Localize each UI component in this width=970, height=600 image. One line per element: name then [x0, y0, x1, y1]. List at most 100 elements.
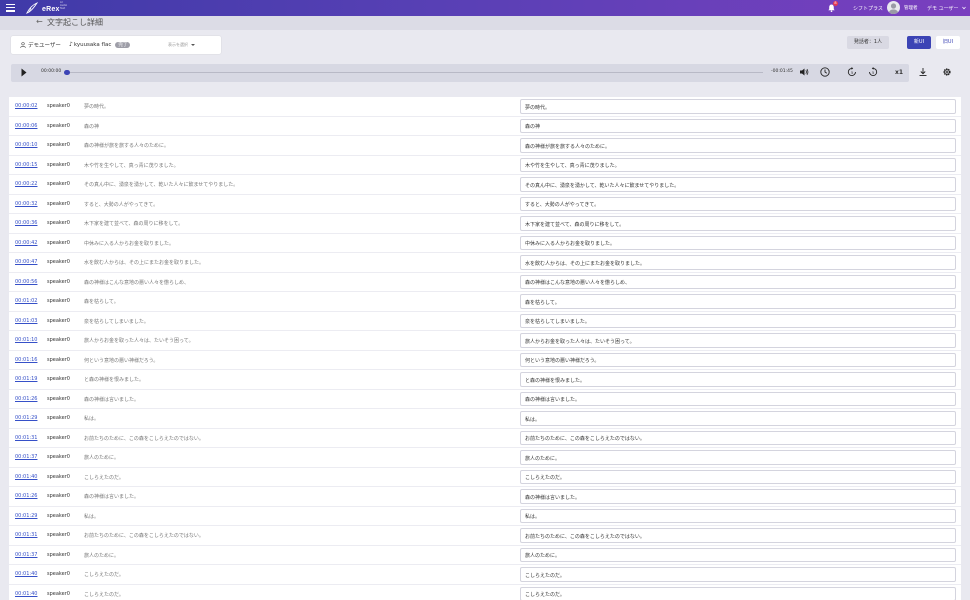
- edited-text-field[interactable]: お前たちのために、この森をこしらえたのではない。: [520, 430, 956, 445]
- table-row: 00:01:31 speaker0 お前たちのために、この森をこしらえたのではない。…: [9, 429, 961, 448]
- playback-speed[interactable]: x1: [895, 69, 903, 76]
- edited-text-field[interactable]: 木下家を建て並べて、森の周りに移をして。: [520, 216, 956, 231]
- table-row: 00:00:56 speaker0 森の神様はこんな意地の悪い人々を懲らしめ、 森の神…: [9, 273, 961, 292]
- rewind-5s-icon[interactable]: 5: [847, 67, 857, 77]
- avatar[interactable]: [887, 1, 900, 14]
- seek-track[interactable]: [66, 71, 763, 73]
- display-select[interactable]: 表示を選択: [168, 42, 195, 48]
- timestamp-link[interactable]: 00:00:47: [15, 259, 37, 265]
- timestamp-link[interactable]: 00:00:22: [15, 181, 37, 187]
- timestamp-link[interactable]: 00:00:56: [15, 279, 37, 285]
- back-arrow-icon[interactable]: ←: [36, 18, 43, 26]
- timestamp-link[interactable]: 00:00:06: [15, 123, 37, 129]
- timestamp-link[interactable]: 00:01:02: [15, 298, 37, 304]
- edited-text-field[interactable]: こしらえたのだ。: [520, 586, 956, 600]
- timestamp-link[interactable]: 00:00:02: [15, 103, 37, 109]
- edited-text-field[interactable]: その真ん中に、湧泉を湧かして、乾いた人々に飲ませてやりました。: [520, 177, 956, 192]
- old-ui-button[interactable]: 旧UI: [936, 36, 960, 49]
- new-ui-button[interactable]: 新UI: [907, 36, 931, 49]
- page-title: 文字起こし詳細: [47, 18, 103, 27]
- timestamp-link[interactable]: 00:01:16: [15, 357, 37, 363]
- timestamp-link[interactable]: 00:01:40: [15, 474, 37, 480]
- timestamp-link[interactable]: 00:00:15: [15, 162, 37, 168]
- timestamp-link[interactable]: 00:01:29: [15, 415, 37, 421]
- timestamp-link[interactable]: 00:01:10: [15, 337, 37, 343]
- speaker-label: speaker0: [47, 259, 70, 265]
- edited-text-field[interactable]: 私は。: [520, 411, 956, 426]
- original-text: 何という意地の悪い神様だろう。: [84, 357, 159, 364]
- table-row: 00:01:03 speaker0 泉を枯らしてしまいました。 泉を枯らしてしまいまし…: [9, 312, 961, 331]
- timestamp-link[interactable]: 00:00:36: [15, 220, 37, 226]
- edited-text-field[interactable]: 夢の時代。: [520, 99, 956, 114]
- download-icon[interactable]: [918, 67, 928, 77]
- company-name: シフトプラス: [853, 6, 883, 12]
- edited-text-field[interactable]: すると、大勢の人がやってきて。: [520, 196, 956, 211]
- timestamp-link[interactable]: 00:00:42: [15, 240, 37, 246]
- edited-text-field[interactable]: 森の神: [520, 118, 956, 133]
- edited-text-field[interactable]: 森の神様が旅を旅する人々のために。: [520, 138, 956, 153]
- edited-text-field[interactable]: 私は。: [520, 508, 956, 523]
- edited-text-field[interactable]: 旅人のために。: [520, 450, 956, 465]
- edited-text-field[interactable]: と森の神様を恨みました。: [520, 372, 956, 387]
- original-text: お前たちのために、この森をこしらえたのではない。: [84, 435, 204, 442]
- edited-text-field[interactable]: 森を枯らして。: [520, 294, 956, 309]
- speaker-label: speaker0: [47, 454, 70, 460]
- edited-text-field[interactable]: 木や竹を生やして、真っ青に茂りました。: [520, 157, 956, 172]
- edited-text-field[interactable]: こしらえたのだ。: [520, 567, 956, 582]
- edited-text-field[interactable]: 何という意地の悪い神様だろう。: [520, 352, 956, 367]
- speaker-label: speaker0: [47, 181, 70, 187]
- play-icon[interactable]: [21, 68, 27, 77]
- table-row: 00:00:32 speaker0 すると、大勢の人がやってきて。 すると、大勢の人が…: [9, 195, 961, 214]
- timestamp-link[interactable]: 00:01:19: [15, 376, 37, 382]
- edited-text-field[interactable]: 森の神様は言いました。: [520, 391, 956, 406]
- original-text: こしらえたのだ。: [84, 572, 124, 578]
- original-text: 森の神: [84, 123, 100, 130]
- original-text: 旅人からお金を取った人々は、たいそう困って。: [84, 338, 194, 344]
- original-text: 旅人のために。: [84, 455, 120, 461]
- timestamp-link[interactable]: 00:01:26: [15, 396, 37, 402]
- table-row: 00:01:40 speaker0 こしらえたのだ。 こしらえたのだ。: [9, 585, 961, 600]
- timestamp-link[interactable]: 00:01:31: [15, 435, 37, 441]
- timestamp-link[interactable]: 00:01:37: [15, 552, 37, 558]
- edited-text-field[interactable]: 水を飲む人からは、その上にまたお金を取りました。: [520, 255, 956, 270]
- volume-icon[interactable]: [799, 67, 809, 77]
- user-name[interactable]: デモ ユーザー: [927, 5, 959, 12]
- menu-icon[interactable]: [6, 4, 15, 12]
- status-badge: 完了: [115, 41, 131, 48]
- timestamp-link[interactable]: 00:01:37: [15, 454, 37, 460]
- avatar-person-icon: [888, 3, 899, 14]
- edited-text-field[interactable]: 森の神様はこんな意地の悪い人々を懲らしめ、: [520, 274, 956, 289]
- timestamp-link[interactable]: 00:01:31: [15, 532, 37, 538]
- gear-icon[interactable]: [942, 67, 952, 77]
- table-row: 00:01:10 speaker0 旅人からお金を取った人々は、たいそう困って。 旅人…: [9, 331, 961, 351]
- edited-text-field[interactable]: 旅人からお金を取った人々は、たいそう困って。: [520, 333, 956, 348]
- file-info-card: デモユーザー ♪ kyuusaka flac 完了 表示を選択: [11, 36, 221, 54]
- table-row: 00:00:36 speaker0 木下家を建て並べて、森の周りに移をして。 木下家を…: [9, 214, 961, 234]
- edited-text-field[interactable]: 中休みに入る人からお金を取りました。: [520, 235, 956, 250]
- original-text: 泉を枯らしてしまいました。: [84, 318, 149, 325]
- table-row: 00:00:15 speaker0 木や竹を生やして、真っ青に茂りました。 木や竹を生…: [9, 156, 961, 175]
- edited-text-field[interactable]: 泉を枯らしてしまいました。: [520, 313, 956, 328]
- timestamp-link[interactable]: 00:01:40: [15, 591, 37, 597]
- table-row: 00:00:22 speaker0 その真ん中に、湧泉を湧かして、乾いた人々に飲ませ…: [9, 175, 961, 195]
- edited-text-field[interactable]: 旅人のために。: [520, 547, 956, 562]
- clock-icon[interactable]: [820, 67, 830, 77]
- logo-subtitle: AI Audio Text: [60, 1, 68, 10]
- display-select-label: 表示を選択: [168, 42, 188, 47]
- timestamp-link[interactable]: 00:01:26: [15, 493, 37, 499]
- app-logo[interactable]: AI Audio Text eRex: [26, 1, 67, 15]
- original-text: 木や竹を生やして、真っ青に茂りました。: [84, 162, 179, 169]
- timestamp-link[interactable]: 00:01:03: [15, 318, 37, 324]
- forward-5s-icon[interactable]: 5: [868, 67, 878, 77]
- edited-text-field[interactable]: こしらえたのだ。: [520, 469, 956, 484]
- timestamp-link[interactable]: 00:00:10: [15, 142, 37, 148]
- seek-handle[interactable]: [64, 69, 70, 75]
- timestamp-link[interactable]: 00:01:40: [15, 571, 37, 577]
- chevron-down-icon[interactable]: [962, 6, 966, 10]
- sub-header: [0, 16, 970, 30]
- timestamp-link[interactable]: 00:01:29: [15, 513, 37, 519]
- edited-text-field[interactable]: 森の神様は言いました。: [520, 489, 956, 504]
- edited-text-field[interactable]: お前たちのために、この森をこしらえたのではない。: [520, 528, 956, 543]
- table-row: 00:01:29 speaker0 私は。 私は。: [9, 507, 961, 526]
- timestamp-link[interactable]: 00:00:32: [15, 201, 37, 207]
